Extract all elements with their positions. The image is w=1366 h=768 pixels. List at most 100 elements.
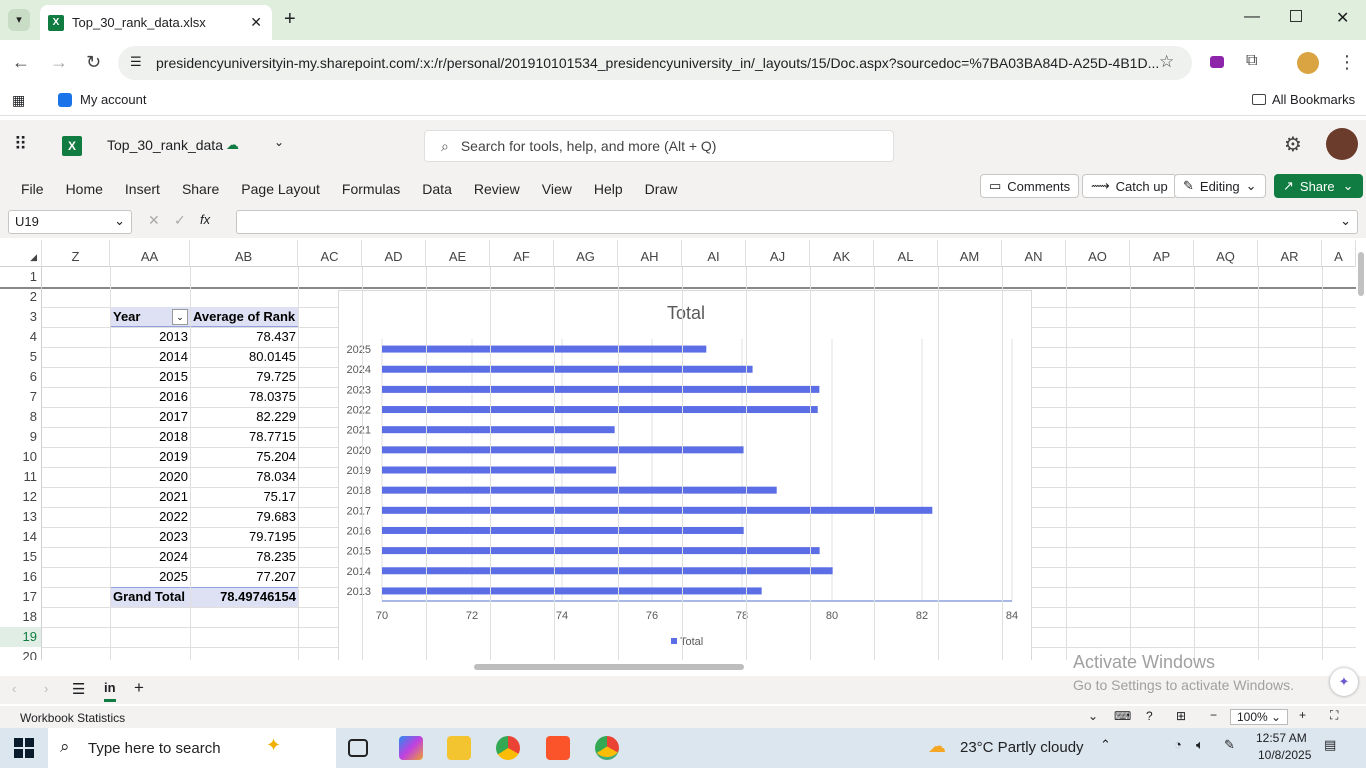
weather-text[interactable]: 23°C Partly cloudy [960, 739, 1084, 756]
row-header[interactable]: 7 [0, 387, 42, 407]
row-header[interactable]: 16 [0, 567, 42, 587]
zoom-level[interactable]: 100% ⌄ [1230, 709, 1289, 725]
chrome-profile-icon[interactable] [595, 736, 619, 760]
back-icon[interactable]: ← [12, 52, 30, 73]
row-header[interactable]: 19 [0, 627, 42, 647]
row-header[interactable]: 17 [0, 587, 42, 607]
spreadsheet-grid[interactable]: ◢ Z AA AB AC AD AE AF AG AH AI AJ AK AL AM AN AO AP AQ AR A … [0, 240, 1356, 660]
share-button[interactable]: ↗ Share ⌄ [1274, 174, 1363, 198]
row-header[interactable]: 18 [0, 607, 42, 627]
forward-icon[interactable]: → [50, 52, 68, 73]
all-sheets-icon[interactable]: ☰ [72, 680, 85, 698]
all-bookmarks-button[interactable]: All Bookmarks [1252, 92, 1355, 107]
column-header[interactable]: AO [1066, 240, 1130, 267]
pivot-year-cell[interactable]: 2023 [112, 527, 188, 547]
app-launcher-icon[interactable]: ⠿ [14, 134, 27, 155]
bookmark-star-icon[interactable]: ☆ [1159, 52, 1174, 72]
menu-formulas[interactable]: Formulas [331, 181, 411, 197]
sheet-tab-in[interactable]: in [104, 680, 116, 702]
help-icon[interactable]: ? [1146, 709, 1153, 723]
pen-icon[interactable]: ✎ [1224, 737, 1235, 753]
select-all-corner[interactable]: ◢ [0, 240, 42, 267]
add-sheet-icon[interactable]: + [134, 678, 144, 698]
row-header[interactable]: 11 [0, 467, 42, 487]
pivot-year-cell[interactable]: 2014 [112, 347, 188, 367]
pivot-avg-cell[interactable]: 79.725 [192, 367, 296, 387]
row-header[interactable]: 6 [0, 367, 42, 387]
prev-sheet-icon[interactable]: ‹ [12, 681, 16, 696]
row-header[interactable]: 5 [0, 347, 42, 367]
copilot-float-icon[interactable]: ✦ [1330, 668, 1358, 696]
copilot-app-icon[interactable] [399, 736, 423, 760]
column-header[interactable]: AD [362, 240, 426, 267]
column-header[interactable]: AK [810, 240, 874, 267]
pivot-year-cell[interactable]: 2022 [112, 507, 188, 527]
browser-tab[interactable]: X Top_30_rank_data.xlsx ✕ [40, 5, 272, 40]
editing-mode-button[interactable]: ✎ Editing ⌄ [1174, 174, 1266, 198]
name-box[interactable]: U19 ⌄ [8, 210, 132, 234]
cancel-formula-icon[interactable]: ✕ [148, 212, 160, 229]
workbook-statistics[interactable]: Workbook Statistics [20, 711, 125, 725]
file-explorer-icon[interactable] [447, 736, 471, 760]
menu-home[interactable]: Home [55, 181, 114, 197]
tray-chevron-icon[interactable]: ⌃ [1100, 737, 1111, 753]
minimize-icon[interactable]: — [1244, 8, 1260, 26]
formula-input[interactable]: ⌄ [236, 210, 1358, 234]
column-header[interactable]: A [1322, 240, 1356, 267]
taskbar-search[interactable]: ⌕ Type here to search ✦ [48, 728, 336, 768]
pivot-year-cell[interactable]: 2020 [112, 467, 188, 487]
pivot-avg-cell[interactable]: 82.229 [192, 407, 296, 427]
column-header[interactable]: AR [1258, 240, 1322, 267]
vertical-scroll-thumb[interactable] [1358, 252, 1364, 296]
row-header[interactable]: 12 [0, 487, 42, 507]
vertical-scrollbar[interactable] [1356, 240, 1366, 660]
column-header[interactable]: AG [554, 240, 618, 267]
pivot-avg-cell[interactable]: 79.683 [192, 507, 296, 527]
year-filter-button[interactable]: ⌄ [172, 309, 188, 325]
pivot-year-cell[interactable]: 2019 [112, 447, 188, 467]
row-header[interactable]: 15 [0, 547, 42, 567]
my-account-bookmark[interactable]: My account [58, 92, 146, 107]
column-header[interactable]: AE [426, 240, 490, 267]
clock-time[interactable]: 12:57 AM [1256, 731, 1307, 745]
comments-button[interactable]: ▭ Comments [980, 174, 1080, 198]
volume-icon[interactable]: 🔈︎ [1196, 737, 1204, 753]
menu-file[interactable]: File [10, 181, 55, 197]
column-header[interactable]: AC [298, 240, 362, 267]
row-header[interactable]: 3 [0, 307, 42, 327]
row-header[interactable]: 13 [0, 507, 42, 527]
status-chevron-icon[interactable]: ⌄ [1088, 709, 1098, 723]
pivot-year-cell[interactable]: 2018 [112, 427, 188, 447]
pivot-avg-cell[interactable]: 79.7195 [192, 527, 296, 547]
pivot-year-cell[interactable]: 2025 [112, 567, 188, 587]
menu-view[interactable]: View [531, 181, 583, 197]
pivot-avg-cell[interactable]: 78.7715 [192, 427, 296, 447]
row-header[interactable]: 2 [0, 287, 42, 307]
row-header[interactable]: 10 [0, 447, 42, 467]
pivot-avg-cell[interactable]: 78.0375 [192, 387, 296, 407]
row-header[interactable]: 20 [0, 647, 42, 660]
clock-date[interactable]: 10/8/2025 [1258, 748, 1311, 762]
column-header[interactable]: AI [682, 240, 746, 267]
zoom-in-icon[interactable]: + [1299, 708, 1306, 722]
pivot-avg-cell[interactable]: 75.204 [192, 447, 296, 467]
chrome-icon[interactable] [496, 736, 520, 760]
pivot-year-cell[interactable]: 2021 [112, 487, 188, 507]
horizontal-scroll-thumb[interactable] [474, 664, 744, 670]
insert-function-icon[interactable]: fx [200, 212, 210, 227]
task-view-icon[interactable] [348, 739, 368, 757]
confirm-formula-icon[interactable]: ✓ [174, 212, 186, 229]
windows-start-icon[interactable] [14, 738, 34, 758]
pivot-avg-cell[interactable]: 78.034 [192, 467, 296, 487]
column-header[interactable]: AA [110, 240, 190, 267]
column-header[interactable]: AJ [746, 240, 810, 267]
weather-icon[interactable]: ☁ [928, 736, 946, 757]
menu-data[interactable]: Data [411, 181, 463, 197]
pivot-year-cell[interactable]: 2017 [112, 407, 188, 427]
restore-icon[interactable] [1290, 10, 1302, 22]
profile-avatar[interactable] [1297, 52, 1319, 74]
row-header[interactable]: 8 [0, 407, 42, 427]
menu-page-layout[interactable]: Page Layout [230, 181, 331, 197]
zoom-out-icon[interactable]: − [1210, 708, 1217, 722]
column-header[interactable]: AP [1130, 240, 1194, 267]
